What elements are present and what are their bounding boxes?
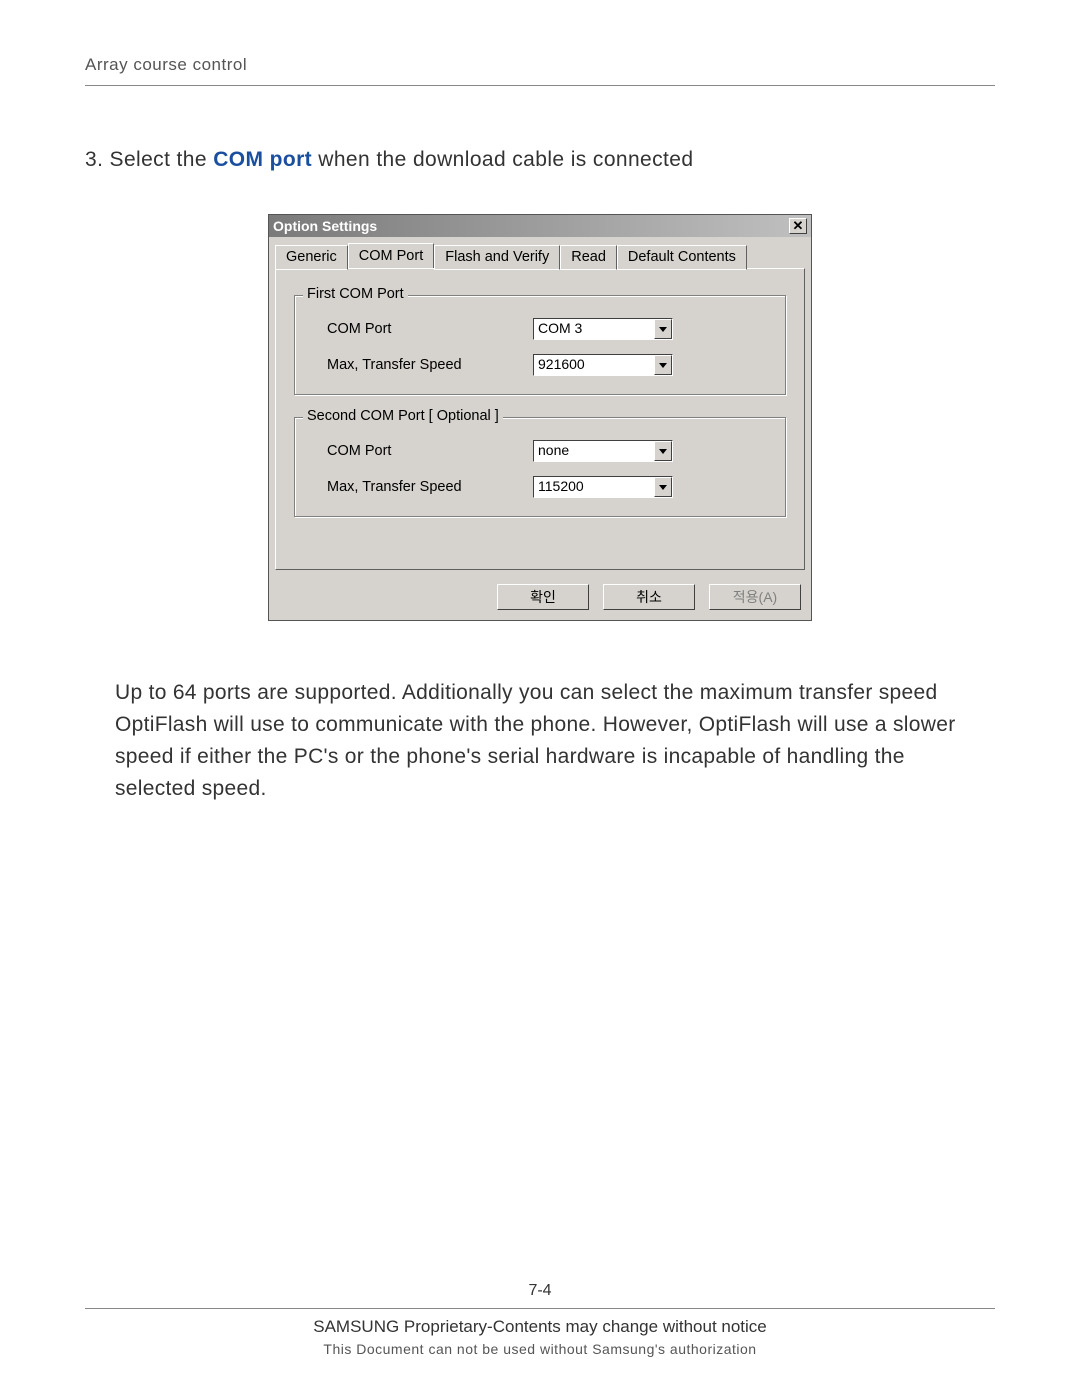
- instruction-prefix: 3. Select the: [85, 148, 213, 171]
- dialog-titlebar: Option Settings ✕: [269, 215, 811, 237]
- instruction-line: 3. Select the COM port when the download…: [85, 148, 995, 172]
- tab-com-port[interactable]: COM Port: [348, 243, 434, 268]
- body-paragraph: Up to 64 ports are supported. Additional…: [85, 677, 995, 805]
- group2-com-label: COM Port: [313, 443, 533, 459]
- footer-line-1: SAMSUNG Proprietary-Contents may change …: [85, 1317, 995, 1337]
- group2-speed-value: 115200: [534, 477, 654, 497]
- page-number: 7-4: [85, 1282, 995, 1309]
- dialog-button-row: 확인 취소 적용(A): [269, 576, 811, 620]
- group1-com-combo[interactable]: COM 3: [533, 318, 673, 340]
- ok-button[interactable]: 확인: [497, 584, 589, 610]
- group1-speed-value: 921600: [534, 355, 654, 375]
- chevron-down-icon[interactable]: [654, 441, 672, 461]
- page-header: Array course control: [85, 55, 995, 86]
- cancel-button[interactable]: 취소: [603, 584, 695, 610]
- option-settings-dialog: Option Settings ✕ Generic COM Port Flash…: [268, 214, 812, 621]
- group2-legend: Second COM Port [ Optional ]: [303, 408, 503, 424]
- footer-line-2: This Document can not be used without Sa…: [85, 1341, 995, 1357]
- instruction-suffix: when the download cable is connected: [312, 148, 693, 171]
- close-icon: ✕: [793, 218, 804, 233]
- apply-label: 적용(A): [733, 589, 777, 605]
- tab-flash-verify[interactable]: Flash and Verify: [434, 245, 560, 270]
- tab-read[interactable]: Read: [560, 245, 617, 270]
- tab-strip: Generic COM Port Flash and Verify Read D…: [269, 237, 811, 268]
- chevron-down-icon[interactable]: [654, 477, 672, 497]
- group-first-com-port: First COM Port COM Port COM 3 Max, Trans…: [294, 295, 786, 395]
- group2-speed-label: Max, Transfer Speed: [313, 479, 533, 495]
- close-button[interactable]: ✕: [789, 218, 807, 234]
- dialog-title: Option Settings: [273, 218, 377, 234]
- group1-legend: First COM Port: [303, 286, 408, 302]
- apply-button[interactable]: 적용(A): [709, 584, 801, 610]
- group1-speed-label: Max, Transfer Speed: [313, 357, 533, 373]
- group2-com-combo[interactable]: none: [533, 440, 673, 462]
- instruction-emphasis: COM port: [213, 148, 312, 171]
- group1-speed-combo[interactable]: 921600: [533, 354, 673, 376]
- group1-com-value: COM 3: [534, 319, 654, 339]
- group2-speed-combo[interactable]: 115200: [533, 476, 673, 498]
- tab-default-contents[interactable]: Default Contents: [617, 245, 747, 270]
- group-second-com-port: Second COM Port [ Optional ] COM Port no…: [294, 417, 786, 517]
- group1-com-label: COM Port: [313, 321, 533, 337]
- chevron-down-icon[interactable]: [654, 355, 672, 375]
- tab-generic[interactable]: Generic: [275, 245, 348, 270]
- tab-panel: First COM Port COM Port COM 3 Max, Trans…: [275, 268, 805, 570]
- page-footer: 7-4 SAMSUNG Proprietary-Contents may cha…: [85, 1282, 995, 1357]
- chevron-down-icon[interactable]: [654, 319, 672, 339]
- group2-com-value: none: [534, 441, 654, 461]
